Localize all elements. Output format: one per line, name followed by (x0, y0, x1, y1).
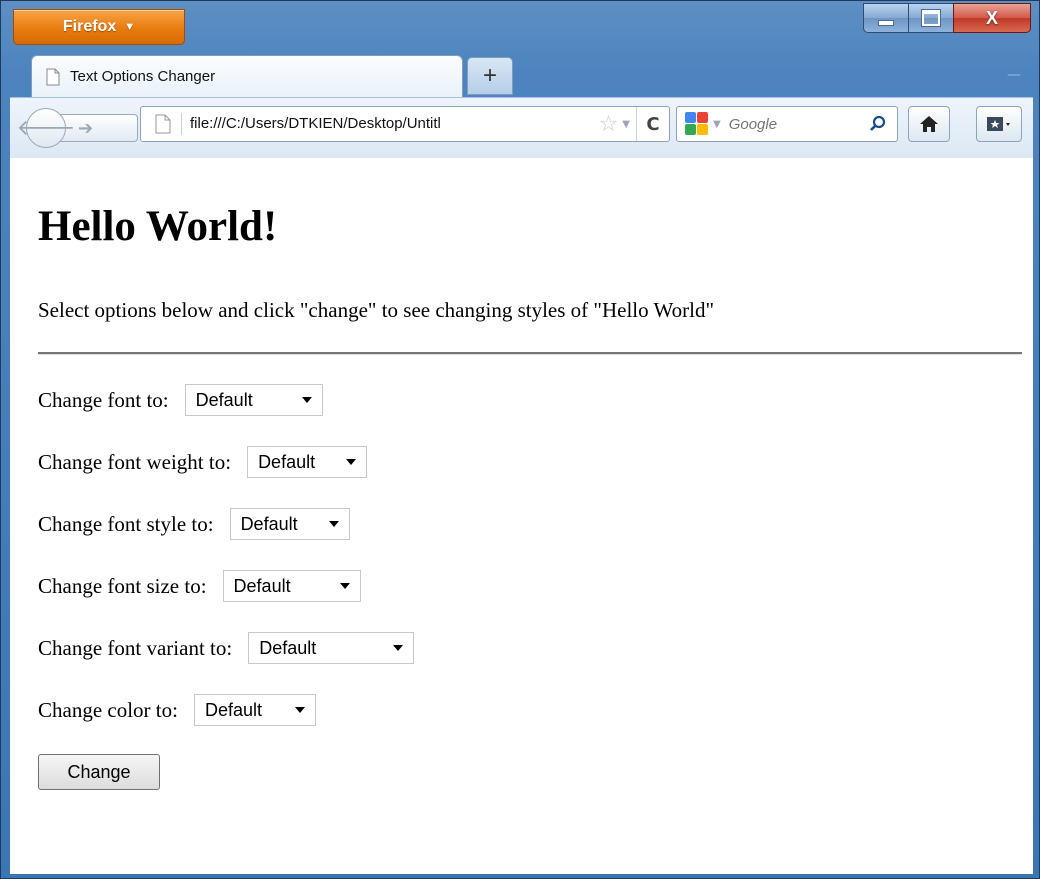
chevron-down-icon (346, 459, 357, 465)
font-style-option-row: Change font style to: Default (38, 508, 350, 540)
font-size-label: Change font size to: (38, 573, 207, 598)
page-title: Hello World! (38, 203, 278, 250)
google-icon[interactable] (685, 112, 709, 136)
color-select[interactable]: Default (193, 694, 316, 726)
address-bar[interactable]: file:///C:/Users/DTKIEN/Desktop/Untitl ☆… (140, 106, 670, 142)
chevron-down-icon (328, 521, 339, 527)
home-button[interactable] (908, 106, 950, 142)
chevron-down-icon: ▼ (124, 21, 136, 33)
firefox-menu-label: Firefox (62, 18, 117, 35)
chevron-down-icon (393, 645, 404, 651)
font-option-row: Change font to: Default (38, 384, 323, 416)
page-icon (155, 114, 171, 134)
search-engine-dropdown-icon[interactable]: ▼ (713, 119, 721, 130)
reload-button[interactable]: C (636, 107, 669, 141)
font-weight-select[interactable]: Default (247, 446, 368, 478)
font-label: Change font to: (38, 387, 169, 412)
tab-text-options-changer[interactable]: Text Options Changer (31, 55, 463, 97)
list-all-tabs-icon[interactable]: — (1007, 67, 1021, 83)
font-style-label: Change font style to: (38, 511, 214, 536)
navigation-toolbar: ➔ 🡐 file:///C:/Users/DTKIEN/Desktop/Unti… (10, 97, 1033, 159)
plus-icon: + (482, 62, 497, 89)
font-size-select-value: Default (233, 575, 291, 596)
divider (38, 352, 1022, 355)
tab-title: Text Options Changer (70, 68, 216, 85)
font-variant-select-value: Default (259, 637, 317, 658)
chevron-down-icon (301, 397, 312, 403)
font-variant-option-row: Change font variant to: Default (38, 632, 415, 664)
new-tab-button[interactable]: + (467, 57, 513, 95)
chevron-down-icon (294, 707, 305, 713)
font-size-option-row: Change font size to: Default (38, 570, 361, 602)
font-select[interactable]: Default (184, 384, 323, 416)
change-button[interactable]: Change (38, 754, 160, 790)
minimize-button[interactable] (863, 3, 909, 33)
window-caption-buttons: X (863, 3, 1031, 33)
bookmark-star-icon[interactable]: ☆ (599, 112, 619, 137)
close-button[interactable]: X (953, 3, 1031, 33)
color-label: Change color to: (38, 697, 178, 722)
back-button[interactable]: 🡐 (17, 108, 76, 148)
maximize-button[interactable] (908, 3, 954, 33)
bookmarks-button[interactable] (976, 106, 1022, 142)
font-weight-label: Change font weight to: (38, 449, 232, 474)
firefox-menu-button[interactable]: Firefox ▼ (13, 9, 185, 45)
maximize-icon (922, 10, 940, 26)
page-content: Hello World! Select options below and cl… (10, 158, 1033, 874)
font-style-select[interactable]: Default (229, 508, 350, 540)
font-weight-option-row: Change font weight to: Default (38, 446, 368, 478)
bookmarks-icon (987, 117, 1010, 131)
font-select-value: Default (195, 389, 253, 410)
chevron-down-icon (339, 583, 350, 589)
page-icon (46, 68, 60, 85)
url-text[interactable]: file:///C:/Users/DTKIEN/Desktop/Untitl (181, 113, 595, 135)
font-variant-select[interactable]: Default (248, 632, 415, 664)
search-input[interactable] (726, 114, 869, 134)
search-bar: ▼ (676, 106, 898, 142)
color-select-value: Default (204, 699, 263, 720)
instructions-text: Select options below and click "change" … (38, 298, 715, 322)
color-option-row: Change color to: Default (38, 694, 316, 726)
back-arrow-icon: 🡐 (16, 116, 76, 141)
history-dropdown-icon[interactable]: ▼ (622, 119, 630, 130)
font-size-select[interactable]: Default (222, 570, 361, 602)
back-forward-group: ➔ 🡐 (17, 108, 138, 148)
home-icon (920, 116, 938, 132)
search-icon[interactable] (869, 115, 887, 133)
close-icon: X (985, 7, 998, 28)
reload-icon: C (646, 113, 660, 135)
browser-window: Firefox ▼ X Text Options Changer + — ➔ 🡐 (0, 0, 1040, 879)
font-weight-select-value: Default (258, 451, 316, 472)
minimize-icon (878, 20, 894, 26)
font-variant-label: Change font variant to: (38, 635, 233, 660)
font-style-select-value: Default (240, 513, 298, 534)
forward-arrow-icon: ➔ (78, 117, 94, 139)
